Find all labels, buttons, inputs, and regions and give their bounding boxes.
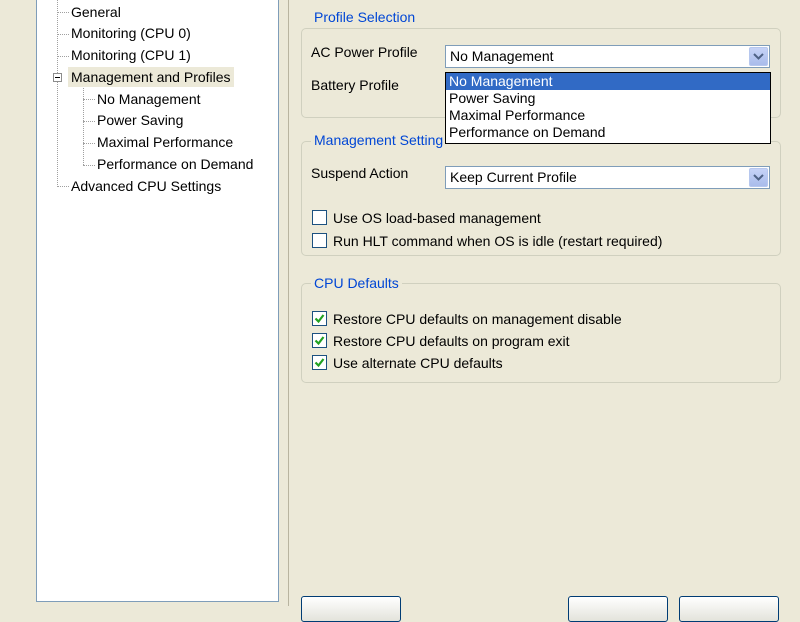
alternate-defaults-label: Use alternate CPU defaults [333, 355, 503, 371]
tree-item-power-saving[interactable]: Power Saving [97, 110, 183, 130]
run-hlt-checkbox[interactable] [312, 233, 327, 248]
cpu-defaults-title: CPU Defaults [311, 275, 402, 291]
settings-panel: Profile Selection AC Power Profile Batte… [288, 0, 796, 622]
battery-profile-label: Battery Profile [311, 77, 399, 93]
tree-connector [57, 186, 69, 187]
chevron-down-icon[interactable] [749, 47, 768, 66]
use-os-load-label: Use OS load-based management [333, 210, 541, 226]
collapse-minus-icon[interactable] [53, 73, 62, 82]
tree-item-no-management[interactable]: No Management [97, 89, 201, 109]
profile-selection-title: Profile Selection [311, 9, 419, 25]
tree-item-maximal-performance[interactable]: Maximal Performance [97, 132, 233, 152]
restore-on-exit-label: Restore CPU defaults on program exit [333, 333, 570, 349]
restore-on-exit-checkbox[interactable] [312, 333, 327, 348]
tree-connector [57, 34, 69, 35]
tree-item-management-and-profiles[interactable]: Management and Profiles [68, 67, 234, 87]
tree-connector [83, 99, 95, 100]
tree-item-general[interactable]: General [71, 2, 121, 22]
dropdown-option-performance-on-demand[interactable]: Performance on Demand [446, 124, 770, 141]
tree-item-monitoring-cpu1[interactable]: Monitoring (CPU 1) [71, 45, 191, 65]
chevron-down-icon[interactable] [749, 168, 768, 187]
checkmark-icon [314, 358, 325, 368]
tree-item-monitoring-cpu0[interactable]: Monitoring (CPU 0) [71, 23, 191, 43]
tree-connector [57, 56, 69, 57]
management-settings-title: Management Setting [311, 132, 447, 148]
tree-connector [83, 121, 95, 122]
restore-on-disable-checkbox[interactable] [312, 311, 327, 326]
tree-connector [83, 165, 95, 166]
checkmark-icon [314, 336, 325, 346]
tree-item-advanced-cpu-settings[interactable]: Advanced CPU Settings [71, 176, 221, 196]
run-hlt-label: Run HLT command when OS is idle (restart… [333, 233, 663, 249]
use-os-load-checkbox[interactable] [312, 210, 327, 225]
suspend-action-label: Suspend Action [311, 165, 409, 181]
suspend-action-value: Keep Current Profile [450, 169, 577, 185]
checkmark-icon [314, 314, 325, 324]
tree-connector [57, 0, 58, 187]
dropdown-option-maximal-performance[interactable]: Maximal Performance [446, 107, 770, 124]
ac-power-profile-label: AC Power Profile [311, 44, 418, 60]
ac-power-profile-value: No Management [450, 48, 554, 64]
settings-tree[interactable]: General Monitoring (CPU 0) Monitoring (C… [36, 0, 279, 602]
dropdown-option-power-saving[interactable]: Power Saving [446, 90, 770, 107]
tree-item-performance-on-demand[interactable]: Performance on Demand [97, 154, 253, 174]
tree-connector [83, 85, 84, 165]
tree-connector [83, 143, 95, 144]
dropdown-option-no-management[interactable]: No Management [446, 73, 770, 90]
restore-on-disable-label: Restore CPU defaults on management disab… [333, 311, 622, 327]
tree-connector [57, 12, 69, 13]
ac-power-profile-dropdown: No Management Power Saving Maximal Perfo… [445, 72, 771, 144]
suspend-action-select[interactable]: Keep Current Profile [445, 166, 770, 189]
ac-power-profile-select[interactable]: No Management [445, 45, 770, 68]
alternate-defaults-checkbox[interactable] [312, 355, 327, 370]
